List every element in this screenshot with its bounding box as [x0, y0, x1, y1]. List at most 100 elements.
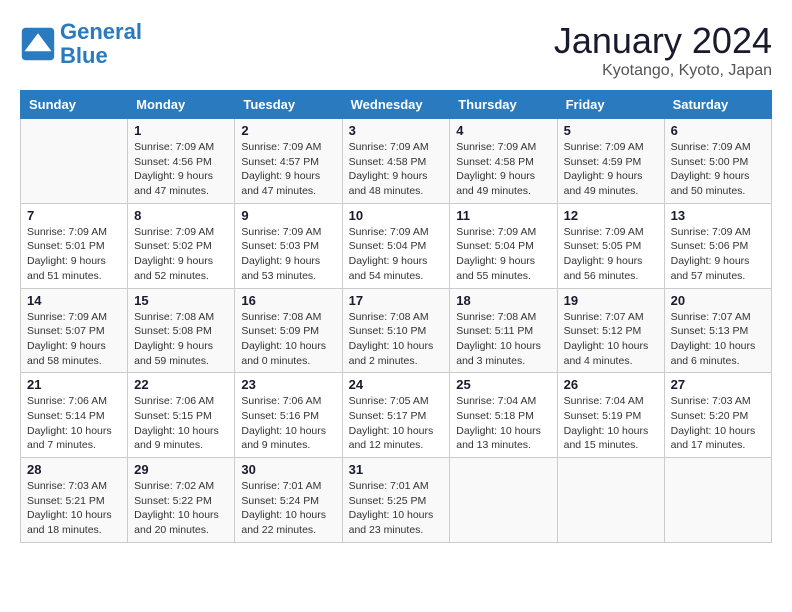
weekday-header-monday: Monday [128, 91, 235, 119]
day-number: 24 [349, 377, 444, 392]
calendar-cell: 27 Sunrise: 7:03 AM Sunset: 5:20 PM Dayli… [664, 373, 771, 458]
calendar-header-row: SundayMondayTuesdayWednesdayThursdayFrid… [21, 91, 772, 119]
calendar-cell: 12 Sunrise: 7:09 AM Sunset: 5:05 PM Dayli… [557, 203, 664, 288]
day-info: Sunrise: 7:09 AM Sunset: 4:56 PM Dayligh… [134, 140, 228, 199]
calendar-cell: 4 Sunrise: 7:09 AM Sunset: 4:58 PM Daylig… [450, 119, 557, 204]
day-info: Sunrise: 7:09 AM Sunset: 5:07 PM Dayligh… [27, 310, 121, 369]
day-info: Sunrise: 7:03 AM Sunset: 5:20 PM Dayligh… [671, 394, 765, 453]
calendar-cell: 26Sunrise: 7:04 AM Sunset: 5:19 PM Dayli… [557, 373, 664, 458]
day-number: 2 [241, 123, 335, 138]
day-number: 11 [456, 208, 550, 223]
day-info: Sunrise: 7:05 AM Sunset: 5:17 PM Dayligh… [349, 394, 444, 453]
calendar-cell: 28Sunrise: 7:03 AM Sunset: 5:21 PM Dayli… [21, 458, 128, 543]
day-info: Sunrise: 7:08 AM Sunset: 5:11 PM Dayligh… [456, 310, 550, 369]
calendar-cell: 9 Sunrise: 7:09 AM Sunset: 5:03 PM Daylig… [235, 203, 342, 288]
day-number: 9 [241, 208, 335, 223]
day-number: 25 [456, 377, 550, 392]
calendar-cell: 29 Sunrise: 7:02 AM Sunset: 5:22 PM Dayli… [128, 458, 235, 543]
calendar-cell: 22Sunrise: 7:06 AM Sunset: 5:15 PM Dayli… [128, 373, 235, 458]
day-info: Sunrise: 7:09 AM Sunset: 5:04 PM Dayligh… [349, 225, 444, 284]
day-number: 30 [241, 462, 335, 477]
day-info: Sunrise: 7:07 AM Sunset: 5:13 PM Dayligh… [671, 310, 765, 369]
day-info: Sunrise: 7:09 AM Sunset: 4:58 PM Dayligh… [349, 140, 444, 199]
calendar-table: SundayMondayTuesdayWednesdayThursdayFrid… [20, 90, 772, 543]
calendar-cell: 31 Sunrise: 7:01 AM Sunset: 5:25 PM Dayli… [342, 458, 450, 543]
calendar-cell: 10 Sunrise: 7:09 AM Sunset: 5:04 PM Dayli… [342, 203, 450, 288]
calendar-cell: 21Sunrise: 7:06 AM Sunset: 5:14 PM Dayli… [21, 373, 128, 458]
calendar-body: 1 Sunrise: 7:09 AM Sunset: 4:56 PM Daylig… [21, 119, 772, 543]
day-number: 26 [564, 377, 658, 392]
calendar-cell: 30 Sunrise: 7:01 AM Sunset: 5:24 PM Dayli… [235, 458, 342, 543]
day-number: 16 [241, 293, 335, 308]
calendar-cell: 25Sunrise: 7:04 AM Sunset: 5:18 PM Dayli… [450, 373, 557, 458]
page-header: General Blue January 2024 Kyotango, Kyot… [20, 20, 772, 80]
calendar-cell: 19 Sunrise: 7:07 AM Sunset: 5:12 PM Dayli… [557, 288, 664, 373]
day-number: 29 [134, 462, 228, 477]
day-number: 1 [134, 123, 228, 138]
day-number: 14 [27, 293, 121, 308]
day-info: Sunrise: 7:09 AM Sunset: 5:04 PM Dayligh… [456, 225, 550, 284]
calendar-cell: 17 Sunrise: 7:08 AM Sunset: 5:10 PM Dayli… [342, 288, 450, 373]
calendar-cell: 3Sunrise: 7:09 AM Sunset: 4:58 PM Daylig… [342, 119, 450, 204]
location-subtitle: Kyotango, Kyoto, Japan [554, 62, 772, 80]
day-info: Sunrise: 7:08 AM Sunset: 5:08 PM Dayligh… [134, 310, 228, 369]
logo-text: General Blue [60, 20, 142, 68]
day-number: 6 [671, 123, 765, 138]
day-number: 23 [241, 377, 335, 392]
day-info: Sunrise: 7:09 AM Sunset: 4:58 PM Dayligh… [456, 140, 550, 199]
day-info: Sunrise: 7:08 AM Sunset: 5:10 PM Dayligh… [349, 310, 444, 369]
day-info: Sunrise: 7:01 AM Sunset: 5:25 PM Dayligh… [349, 479, 444, 538]
calendar-week-row: 28Sunrise: 7:03 AM Sunset: 5:21 PM Dayli… [21, 458, 772, 543]
logo-icon [20, 26, 56, 62]
day-info: Sunrise: 7:09 AM Sunset: 5:06 PM Dayligh… [671, 225, 765, 284]
calendar-cell: 8Sunrise: 7:09 AM Sunset: 5:02 PM Daylig… [128, 203, 235, 288]
day-number: 31 [349, 462, 444, 477]
day-info: Sunrise: 7:01 AM Sunset: 5:24 PM Dayligh… [241, 479, 335, 538]
calendar-cell: 15Sunrise: 7:08 AM Sunset: 5:08 PM Dayli… [128, 288, 235, 373]
title-block: January 2024 Kyotango, Kyoto, Japan [554, 20, 772, 80]
day-info: Sunrise: 7:06 AM Sunset: 5:16 PM Dayligh… [241, 394, 335, 453]
calendar-week-row: 1 Sunrise: 7:09 AM Sunset: 4:56 PM Daylig… [21, 119, 772, 204]
day-info: Sunrise: 7:09 AM Sunset: 5:03 PM Dayligh… [241, 225, 335, 284]
day-number: 27 [671, 377, 765, 392]
calendar-cell: 1 Sunrise: 7:09 AM Sunset: 4:56 PM Daylig… [128, 119, 235, 204]
day-info: Sunrise: 7:09 AM Sunset: 4:57 PM Dayligh… [241, 140, 335, 199]
weekday-header-sunday: Sunday [21, 91, 128, 119]
day-info: Sunrise: 7:03 AM Sunset: 5:21 PM Dayligh… [27, 479, 121, 538]
day-info: Sunrise: 7:08 AM Sunset: 5:09 PM Dayligh… [241, 310, 335, 369]
day-number: 10 [349, 208, 444, 223]
calendar-cell: 24 Sunrise: 7:05 AM Sunset: 5:17 PM Dayli… [342, 373, 450, 458]
day-number: 19 [564, 293, 658, 308]
day-number: 12 [564, 208, 658, 223]
calendar-week-row: 7Sunrise: 7:09 AM Sunset: 5:01 PM Daylig… [21, 203, 772, 288]
weekday-header-saturday: Saturday [664, 91, 771, 119]
logo: General Blue [20, 20, 142, 68]
calendar-cell: 2 Sunrise: 7:09 AM Sunset: 4:57 PM Daylig… [235, 119, 342, 204]
calendar-cell: 7Sunrise: 7:09 AM Sunset: 5:01 PM Daylig… [21, 203, 128, 288]
calendar-cell: 5Sunrise: 7:09 AM Sunset: 4:59 PM Daylig… [557, 119, 664, 204]
day-info: Sunrise: 7:02 AM Sunset: 5:22 PM Dayligh… [134, 479, 228, 538]
calendar-cell: 13Sunrise: 7:09 AM Sunset: 5:06 PM Dayli… [664, 203, 771, 288]
weekday-header-tuesday: Tuesday [235, 91, 342, 119]
day-info: Sunrise: 7:09 AM Sunset: 5:05 PM Dayligh… [564, 225, 658, 284]
day-info: Sunrise: 7:09 AM Sunset: 5:01 PM Dayligh… [27, 225, 121, 284]
weekday-header-thursday: Thursday [450, 91, 557, 119]
calendar-cell [21, 119, 128, 204]
day-number: 17 [349, 293, 444, 308]
weekday-header-wednesday: Wednesday [342, 91, 450, 119]
calendar-cell: 14 Sunrise: 7:09 AM Sunset: 5:07 PM Dayli… [21, 288, 128, 373]
calendar-cell: 11 Sunrise: 7:09 AM Sunset: 5:04 PM Dayli… [450, 203, 557, 288]
calendar-week-row: 21Sunrise: 7:06 AM Sunset: 5:14 PM Dayli… [21, 373, 772, 458]
day-info: Sunrise: 7:09 AM Sunset: 5:02 PM Dayligh… [134, 225, 228, 284]
calendar-cell [664, 458, 771, 543]
calendar-cell [450, 458, 557, 543]
day-info: Sunrise: 7:07 AM Sunset: 5:12 PM Dayligh… [564, 310, 658, 369]
weekday-header-friday: Friday [557, 91, 664, 119]
calendar-week-row: 14 Sunrise: 7:09 AM Sunset: 5:07 PM Dayli… [21, 288, 772, 373]
calendar-cell [557, 458, 664, 543]
calendar-cell: 6Sunrise: 7:09 AM Sunset: 5:00 PM Daylig… [664, 119, 771, 204]
day-number: 4 [456, 123, 550, 138]
calendar-cell: 16 Sunrise: 7:08 AM Sunset: 5:09 PM Dayli… [235, 288, 342, 373]
calendar-cell: 18Sunrise: 7:08 AM Sunset: 5:11 PM Dayli… [450, 288, 557, 373]
calendar-cell: 23 Sunrise: 7:06 AM Sunset: 5:16 PM Dayli… [235, 373, 342, 458]
